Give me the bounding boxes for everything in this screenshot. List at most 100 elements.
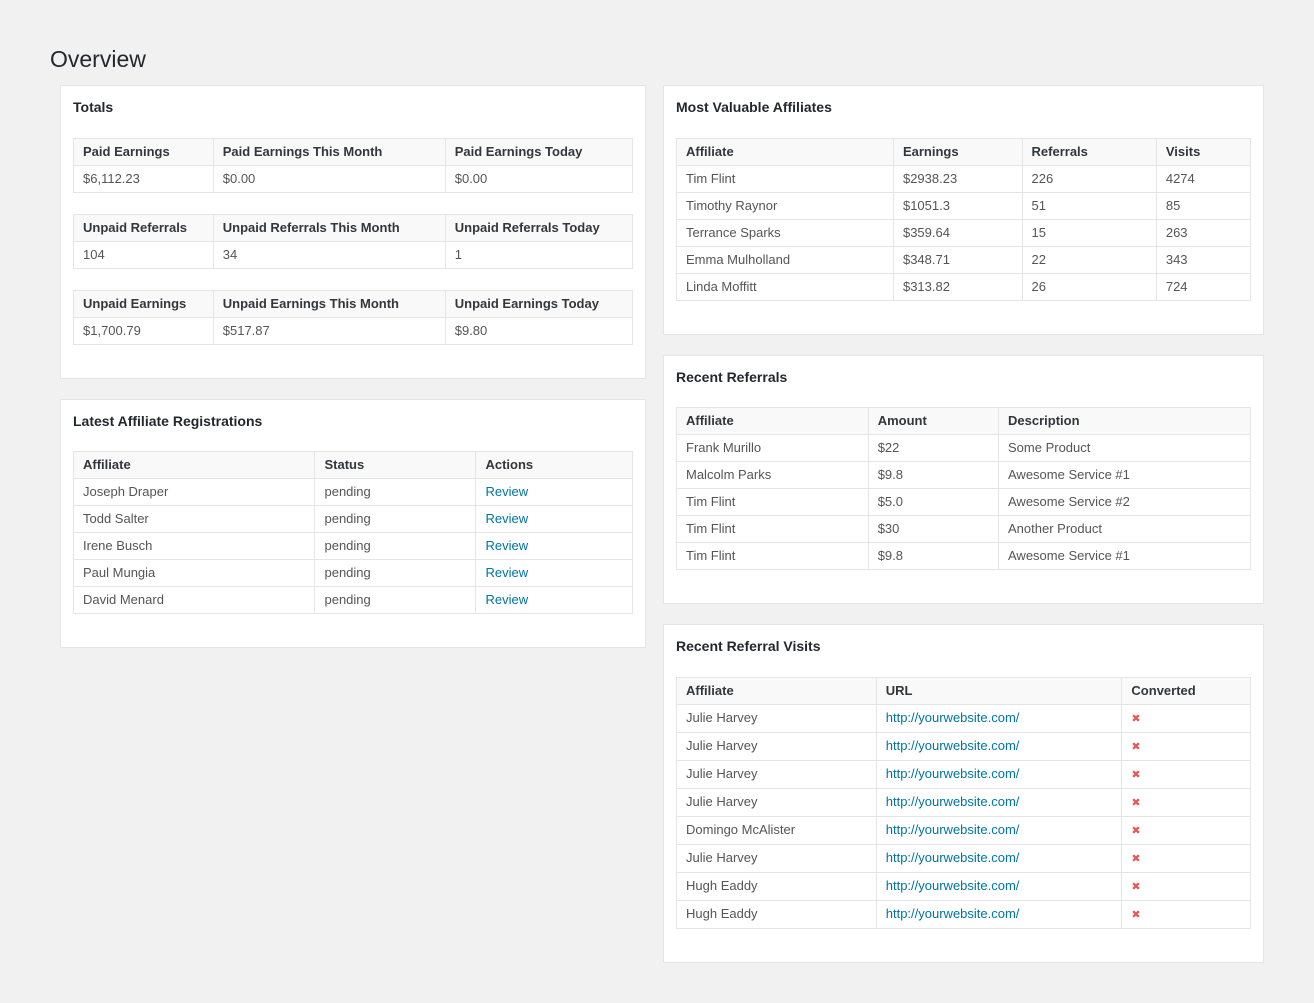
url-cell: http://yourwebsite.com/ <box>875 871 1123 901</box>
review-link[interactable]: Review <box>485 484 528 499</box>
affiliate-cell: Julie Harvey <box>676 731 877 761</box>
earnings-cell: $359.64 <box>892 218 1023 247</box>
affiliate-cell: Julie Harvey <box>676 759 877 789</box>
right-column: Most Valuable Affiliates Affiliate Earni… <box>663 85 1264 983</box>
actions-cell: Review <box>475 559 633 588</box>
visit-url-link[interactable]: http://yourwebsite.com/ <box>886 710 1020 725</box>
converted-cell: ✖ <box>1121 731 1251 761</box>
table-row: Domingo McAlister http://yourwebsite.com… <box>676 815 1251 845</box>
visit-url-link[interactable]: http://yourwebsite.com/ <box>886 822 1020 837</box>
paid-earnings-month-value: $0.00 <box>212 164 446 193</box>
table-row: Terrance Sparks $359.64 15 263 <box>676 218 1252 247</box>
referrals-cell: 226 <box>1021 164 1157 193</box>
column-header: Amount <box>867 407 1000 436</box>
url-cell: http://yourwebsite.com/ <box>875 703 1123 733</box>
column-header: Unpaid Referrals <box>73 213 214 242</box>
table-header-row: Affiliate URL Converted <box>676 676 1251 705</box>
table-header-row: Unpaid Earnings Unpaid Earnings This Mon… <box>73 289 634 318</box>
visit-url-link[interactable]: http://yourwebsite.com/ <box>886 766 1020 781</box>
affiliate-cell: Hugh Eaddy <box>676 871 877 901</box>
table-row: Tim Flint $2938.23 226 4274 <box>676 164 1252 193</box>
column-header: Unpaid Referrals Today <box>444 213 634 242</box>
url-cell: http://yourwebsite.com/ <box>875 815 1123 845</box>
table-row: Tim Flint $9.8 Awesome Service #1 <box>676 542 1251 571</box>
left-column: Totals Paid Earnings Paid Earnings This … <box>60 85 646 668</box>
table-row: Tim Flint $5.0 Awesome Service #2 <box>676 488 1251 517</box>
referrals-cell: 22 <box>1021 245 1157 274</box>
affiliate-cell: Linda Moffitt <box>676 272 894 301</box>
recent-referrals-panel: Recent Referrals Affiliate Amount Descri… <box>663 354 1264 605</box>
visit-url-link[interactable]: http://yourwebsite.com/ <box>886 850 1020 865</box>
table-row: Paul Mungia pending Review <box>72 559 633 588</box>
not-converted-icon: ✖ <box>1131 907 1141 921</box>
review-link[interactable]: Review <box>485 592 528 607</box>
unpaid-referrals-table: Unpaid Referrals Unpaid Referrals This M… <box>73 213 634 269</box>
column-header: Affiliate <box>676 137 894 166</box>
table-row: Timothy Raynor $1051.3 51 85 <box>676 191 1252 220</box>
paid-earnings-today-value: $0.00 <box>444 164 634 193</box>
visits-cell: 343 <box>1155 245 1252 274</box>
affiliate-cell: Tim Flint <box>676 164 894 193</box>
table-row: Julie Harvey http://yourwebsite.com/ ✖ <box>676 787 1251 817</box>
visit-url-link[interactable]: http://yourwebsite.com/ <box>886 794 1020 809</box>
visit-url-link[interactable]: http://yourwebsite.com/ <box>886 738 1020 753</box>
url-cell: http://yourwebsite.com/ <box>875 759 1123 789</box>
column-header: Earnings <box>892 137 1023 166</box>
affiliate-cell: Hugh Eaddy <box>676 899 877 929</box>
latest-registrations-panel: Latest Affiliate Registrations Affiliate… <box>60 398 646 649</box>
affiliate-cell: Paul Mungia <box>72 559 316 588</box>
unpaid-earnings-table: Unpaid Earnings Unpaid Earnings This Mon… <box>73 289 634 345</box>
table-row: Hugh Eaddy http://yourwebsite.com/ ✖ <box>676 899 1251 929</box>
visit-url-link[interactable]: http://yourwebsite.com/ <box>886 906 1020 921</box>
paid-earnings-value: $6,112.23 <box>73 164 214 193</box>
table-row: Malcolm Parks $9.8 Awesome Service #1 <box>676 461 1251 490</box>
paid-earnings-table: Paid Earnings Paid Earnings This Month P… <box>73 137 634 193</box>
review-link[interactable]: Review <box>485 538 528 553</box>
table-row: Julie Harvey http://yourwebsite.com/ ✖ <box>676 843 1251 873</box>
latest-registrations-panel-title: Latest Affiliate Registrations <box>73 412 263 429</box>
converted-cell: ✖ <box>1121 787 1251 817</box>
visit-url-link[interactable]: http://yourwebsite.com/ <box>886 878 1020 893</box>
table-row: Hugh Eaddy http://yourwebsite.com/ ✖ <box>676 871 1251 901</box>
column-header: Affiliate <box>676 676 877 705</box>
column-header: Referrals <box>1021 137 1157 166</box>
amount-cell: $22 <box>867 434 1000 463</box>
table-row: David Menard pending Review <box>72 586 633 615</box>
column-header: Affiliate <box>72 451 316 480</box>
column-header: Unpaid Earnings Today <box>444 289 634 318</box>
affiliate-cell: Malcolm Parks <box>676 461 869 490</box>
not-converted-icon: ✖ <box>1131 767 1141 781</box>
converted-cell: ✖ <box>1121 871 1251 901</box>
visits-cell: 85 <box>1155 191 1252 220</box>
review-link[interactable]: Review <box>485 565 528 580</box>
affiliate-cell: Terrance Sparks <box>676 218 894 247</box>
amount-cell: $9.8 <box>867 461 1000 490</box>
table-row: Frank Murillo $22 Some Product <box>676 434 1251 463</box>
totals-panel-title: Totals <box>73 99 114 115</box>
earnings-cell: $348.71 <box>892 245 1023 274</box>
actions-cell: Review <box>475 586 633 615</box>
not-converted-icon: ✖ <box>1131 795 1141 809</box>
description-cell: Some Product <box>998 434 1251 463</box>
status-cell: pending <box>314 559 477 588</box>
totals-panel: Totals Paid Earnings Paid Earnings This … <box>60 85 646 379</box>
url-cell: http://yourwebsite.com/ <box>875 731 1123 761</box>
converted-cell: ✖ <box>1121 815 1251 845</box>
amount-cell: $5.0 <box>867 488 1000 517</box>
table-header-row: Unpaid Referrals Unpaid Referrals This M… <box>73 213 634 242</box>
not-converted-icon: ✖ <box>1131 851 1141 865</box>
affiliate-cell: Tim Flint <box>676 515 869 544</box>
table-row: Julie Harvey http://yourwebsite.com/ ✖ <box>676 731 1251 761</box>
review-link[interactable]: Review <box>485 511 528 526</box>
affiliate-cell: Emma Mulholland <box>676 245 894 274</box>
column-header: Unpaid Referrals This Month <box>212 213 446 242</box>
earnings-cell: $313.82 <box>892 272 1023 301</box>
affiliate-cell: Julie Harvey <box>676 787 877 817</box>
converted-cell: ✖ <box>1121 899 1251 929</box>
converted-cell: ✖ <box>1121 759 1251 789</box>
column-header: Unpaid Earnings This Month <box>212 289 446 318</box>
url-cell: http://yourwebsite.com/ <box>875 899 1123 929</box>
table-row: Julie Harvey http://yourwebsite.com/ ✖ <box>676 759 1251 789</box>
most-valuable-affiliates-panel-title: Most Valuable Affiliates <box>676 99 832 115</box>
column-header: Affiliate <box>676 407 869 436</box>
